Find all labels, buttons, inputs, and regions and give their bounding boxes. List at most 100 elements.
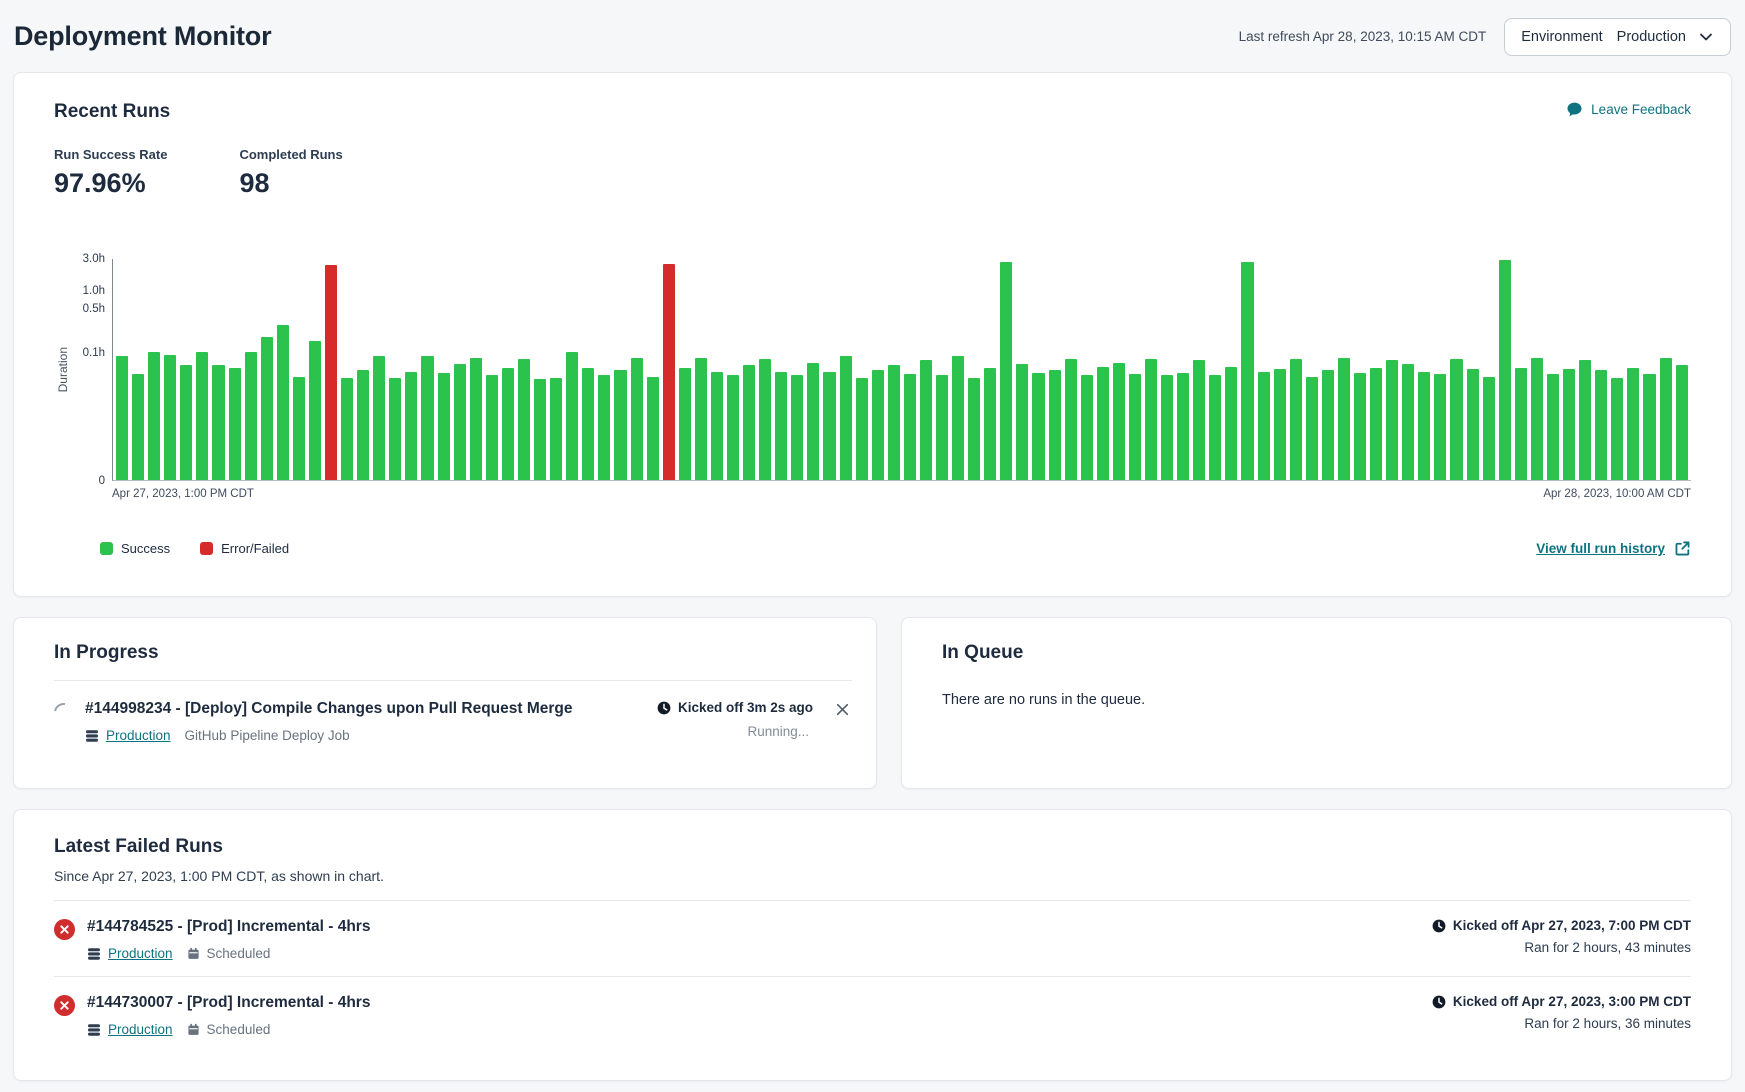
run-bar[interactable] xyxy=(389,378,401,480)
run-bar[interactable] xyxy=(1338,358,1350,480)
leave-feedback-link[interactable]: Leave Feedback xyxy=(1566,101,1691,118)
run-bar[interactable] xyxy=(357,370,369,480)
run-bar[interactable] xyxy=(1434,374,1446,480)
run-bar[interactable] xyxy=(1129,374,1141,480)
run-bar[interactable] xyxy=(1065,359,1077,480)
environment-link[interactable]: Production xyxy=(106,728,171,743)
run-bar[interactable] xyxy=(245,352,257,480)
run-bar[interactable] xyxy=(1225,367,1237,480)
run-bar[interactable] xyxy=(1113,363,1125,480)
run-bar[interactable] xyxy=(1467,369,1479,480)
run-bar[interactable] xyxy=(1418,372,1430,480)
run-bar[interactable] xyxy=(212,365,224,480)
run-bar[interactable] xyxy=(775,372,787,480)
run-bar[interactable] xyxy=(1000,262,1012,480)
run-bar[interactable] xyxy=(405,372,417,480)
run-bar[interactable] xyxy=(984,368,996,480)
run-bar[interactable] xyxy=(711,372,723,480)
run-bar[interactable] xyxy=(261,337,273,480)
run-bar[interactable] xyxy=(1081,375,1093,480)
run-bar[interactable] xyxy=(373,356,385,480)
run-bar[interactable] xyxy=(936,375,948,480)
run-bar[interactable] xyxy=(1161,375,1173,480)
run-bar[interactable] xyxy=(454,364,466,480)
run-bar[interactable] xyxy=(1643,374,1655,480)
run-bar[interactable] xyxy=(566,352,578,480)
run-bar[interactable] xyxy=(486,375,498,480)
run-bar[interactable] xyxy=(582,368,594,480)
run-bar[interactable] xyxy=(631,358,643,480)
run-bar[interactable] xyxy=(872,370,884,480)
run-bar[interactable] xyxy=(1306,377,1318,480)
run-bar[interactable] xyxy=(823,372,835,480)
run-bar[interactable] xyxy=(1290,359,1302,480)
environment-dropdown[interactable]: Environment Production xyxy=(1504,18,1731,56)
run-bar[interactable] xyxy=(1595,370,1607,480)
run-bar[interactable] xyxy=(196,352,208,480)
run-bar[interactable] xyxy=(1322,370,1334,480)
run-bar[interactable] xyxy=(1611,378,1623,480)
run-bar[interactable] xyxy=(727,375,739,480)
run-bar[interactable] xyxy=(341,378,353,480)
run-bar[interactable] xyxy=(1032,373,1044,480)
run-bar[interactable] xyxy=(438,373,450,480)
run-bar[interactable] xyxy=(952,356,964,480)
run-bar[interactable] xyxy=(1097,367,1109,480)
run-bar[interactable] xyxy=(663,264,675,481)
run-bar[interactable] xyxy=(1627,368,1639,480)
run-bar[interactable] xyxy=(534,379,546,480)
run-bar[interactable] xyxy=(904,374,916,480)
run-bar[interactable] xyxy=(277,325,289,480)
run-bar[interactable] xyxy=(293,377,305,480)
environment-link[interactable]: Production xyxy=(108,946,173,961)
run-bar[interactable] xyxy=(1049,370,1061,480)
run-bar[interactable] xyxy=(1209,375,1221,480)
run-bar[interactable] xyxy=(1402,364,1414,480)
run-bar[interactable] xyxy=(518,359,530,480)
run-bar[interactable] xyxy=(229,368,241,480)
run-bar[interactable] xyxy=(614,370,626,480)
run-bar[interactable] xyxy=(1676,365,1688,480)
run-bar[interactable] xyxy=(309,341,321,480)
environment-link[interactable]: Production xyxy=(108,1022,173,1037)
run-bar[interactable] xyxy=(164,355,176,480)
run-bar[interactable] xyxy=(1660,358,1672,480)
run-bar[interactable] xyxy=(132,374,144,480)
run-bar[interactable] xyxy=(1579,360,1591,480)
run-bar[interactable] xyxy=(807,363,819,480)
run-bar[interactable] xyxy=(1193,360,1205,480)
run-bar[interactable] xyxy=(1354,373,1366,480)
run-bar[interactable] xyxy=(1016,364,1028,480)
run-bar[interactable] xyxy=(1547,374,1559,480)
run-bar[interactable] xyxy=(920,360,932,480)
run-bar[interactable] xyxy=(888,365,900,480)
run-bar[interactable] xyxy=(1499,260,1511,480)
run-bar[interactable] xyxy=(1258,372,1270,480)
run-bar[interactable] xyxy=(1563,369,1575,480)
run-bar[interactable] xyxy=(1177,373,1189,480)
cancel-run-button[interactable] xyxy=(833,700,852,722)
run-bar[interactable] xyxy=(1450,359,1462,480)
run-bar[interactable] xyxy=(1386,360,1398,480)
run-bar[interactable] xyxy=(1483,377,1495,480)
run-bar[interactable] xyxy=(695,358,707,480)
run-bar[interactable] xyxy=(743,365,755,480)
run-bar[interactable] xyxy=(759,359,771,480)
run-bar[interactable] xyxy=(1241,262,1253,480)
run-bar[interactable] xyxy=(791,375,803,480)
run-bar[interactable] xyxy=(679,368,691,480)
run-bar[interactable] xyxy=(550,378,562,480)
run-bar[interactable] xyxy=(647,377,659,480)
run-bar[interactable] xyxy=(470,358,482,480)
run-bar[interactable] xyxy=(598,375,610,480)
run-bar[interactable] xyxy=(1145,359,1157,480)
run-bar[interactable] xyxy=(840,356,852,480)
run-bar[interactable] xyxy=(968,378,980,480)
run-bar[interactable] xyxy=(148,352,160,480)
run-bar[interactable] xyxy=(1515,368,1527,480)
view-full-run-history-link[interactable]: View full run history xyxy=(1536,540,1691,557)
run-bar[interactable] xyxy=(502,368,514,480)
run-bar[interactable] xyxy=(116,356,128,480)
run-bar[interactable] xyxy=(1370,368,1382,480)
run-bar[interactable] xyxy=(1531,358,1543,480)
